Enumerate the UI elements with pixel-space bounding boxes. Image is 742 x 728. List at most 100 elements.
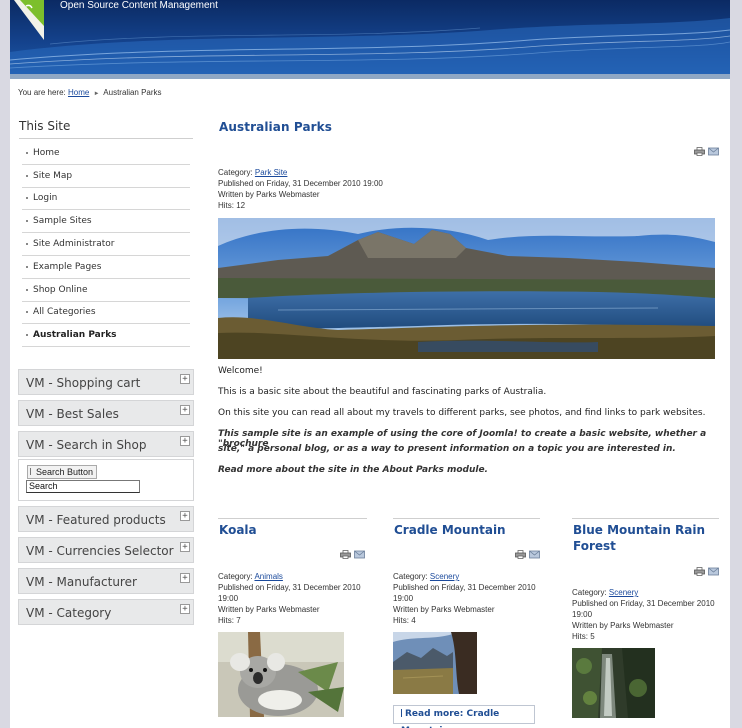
- column-divider: [393, 518, 540, 519]
- published-time: 19:00: [393, 594, 414, 603]
- koala-image: [218, 632, 344, 717]
- module-currencies-selector[interactable]: VM - Currencies Selector +: [18, 537, 194, 563]
- print-icon[interactable]: [694, 567, 705, 576]
- category-link[interactable]: Scenery: [609, 588, 638, 597]
- intro-paragraph: This is a basic site about the beautiful…: [218, 387, 547, 397]
- sidebar-item-site-map[interactable]: Site Map: [22, 165, 190, 188]
- search-input[interactable]: Search: [26, 480, 140, 493]
- bullet-icon: [26, 265, 28, 268]
- sidebar-item-login[interactable]: Login: [22, 188, 190, 211]
- published-date: Published on Friday, 31 December 2010: [572, 599, 715, 608]
- sidebar-item-label: Login: [33, 193, 58, 204]
- koala-meta: Category: Animals Published on Friday, 3…: [218, 571, 361, 626]
- plus-toggle-icon[interactable]: +: [180, 604, 190, 614]
- joomla-badge-icon: [14, 0, 44, 40]
- hits-count: Hits: 12: [218, 201, 246, 210]
- module-title: VM - Best Sales: [26, 407, 119, 421]
- sidebar-item-australian-parks[interactable]: Australian Parks: [22, 324, 190, 348]
- sidebar-item-shop-online[interactable]: Shop Online: [22, 279, 190, 302]
- about-parks-note: Read more about the site in the About Pa…: [218, 465, 488, 475]
- bullet-icon: [26, 174, 28, 177]
- category-link[interactable]: Animals: [254, 572, 282, 581]
- plus-toggle-icon[interactable]: +: [180, 542, 190, 552]
- published-time: 19:00: [218, 594, 239, 603]
- category-link[interactable]: Scenery: [430, 572, 459, 581]
- breadcrumb-home-link[interactable]: Home: [68, 88, 89, 97]
- print-icon[interactable]: [515, 550, 526, 559]
- read-more-arrow-icon: [401, 709, 403, 717]
- author: Written by Parks Webmaster: [218, 605, 320, 614]
- sidebar-item-site-administrator[interactable]: Site Administrator: [22, 233, 190, 256]
- module-manufacturer[interactable]: VM - Manufacturer +: [18, 568, 194, 594]
- email-icon[interactable]: [529, 550, 540, 559]
- print-icon[interactable]: [694, 147, 705, 156]
- cradle-mountain-image: [393, 632, 477, 694]
- read-more-button[interactable]: Read more: Cradle Mountain: [393, 705, 535, 728]
- module-best-sales[interactable]: VM - Best Sales +: [18, 400, 194, 426]
- sample-site-note-line2: site," a personal blog, or as a way to p…: [218, 444, 676, 454]
- sidebar-item-home[interactable]: Home: [22, 142, 190, 165]
- category-label: Category:: [393, 572, 428, 581]
- published-date: Published on Friday, 31 December 2010 19…: [218, 179, 383, 188]
- page-right-edge: [730, 0, 742, 728]
- plus-toggle-icon[interactable]: +: [180, 573, 190, 583]
- header-wave-graphic: [10, 18, 730, 76]
- published-date: Published on Friday, 31 December 2010: [393, 583, 536, 592]
- sidebar-item-label: Example Pages: [33, 261, 102, 272]
- bullet-icon: [26, 197, 28, 200]
- email-icon[interactable]: [708, 567, 719, 576]
- sidebar-item-label: Site Map: [33, 170, 73, 181]
- author: Written by Parks Webmaster: [393, 605, 495, 614]
- column-title-koala[interactable]: Koala: [219, 522, 257, 538]
- travel-paragraph: On this site you can read all about my t…: [218, 408, 706, 418]
- page-left-edge: [0, 0, 10, 728]
- page-title: Australian Parks: [219, 120, 332, 134]
- published-date: Published on Friday, 31 December 2010: [218, 583, 361, 592]
- module-search-in-shop[interactable]: VM - Search in Shop +: [18, 431, 194, 457]
- hits-count: Hits: 5: [572, 632, 595, 641]
- sidebar-item-label: Australian Parks: [33, 330, 117, 341]
- module-shopping-cart[interactable]: VM - Shopping cart +: [18, 369, 194, 395]
- plus-toggle-icon[interactable]: +: [180, 405, 190, 415]
- hero-landscape-image: [218, 218, 715, 359]
- hits-count: Hits: 4: [393, 616, 416, 625]
- breadcrumb-separator-icon: ►: [93, 91, 100, 97]
- author: Written by Parks Webmaster: [218, 190, 320, 199]
- sidebar-item-label: Sample Sites: [33, 216, 92, 227]
- bullet-icon: [26, 334, 28, 337]
- category-link[interactable]: Park Site: [255, 168, 287, 177]
- module-category[interactable]: VM - Category +: [18, 599, 194, 625]
- bullet-icon: [26, 311, 28, 314]
- sidebar-item-label: All Categories: [33, 307, 96, 318]
- sidebar-title-divider: [19, 138, 193, 139]
- plus-toggle-icon[interactable]: +: [180, 511, 190, 521]
- module-title: VM - Category: [26, 606, 112, 620]
- email-icon[interactable]: [708, 147, 719, 156]
- sidebar-item-example-pages[interactable]: Example Pages: [22, 256, 190, 279]
- header-bottom-bar: [10, 74, 730, 79]
- module-title: VM - Currencies Selector: [26, 544, 174, 558]
- welcome-text: Welcome!: [218, 366, 263, 376]
- plus-toggle-icon[interactable]: +: [180, 374, 190, 384]
- search-button[interactable]: Search Button: [27, 465, 98, 479]
- sidebar-item-all-categories[interactable]: All Categories: [22, 302, 190, 325]
- header-tagline: Open Source Content Management: [60, 0, 218, 11]
- print-icon[interactable]: [340, 550, 351, 559]
- shop-search-panel: Search Button Search: [18, 459, 194, 501]
- sidebar-item-label: Site Administrator: [33, 239, 115, 250]
- search-button-label: Search Button: [36, 467, 94, 477]
- column-title-cradle-mountain[interactable]: Cradle Mountain: [394, 522, 506, 538]
- category-label: Category:: [572, 588, 607, 597]
- category-label: Category:: [218, 168, 253, 177]
- column-title-blue-mountain[interactable]: Blue Mountain Rain Forest: [573, 522, 705, 554]
- module-featured-products[interactable]: VM - Featured products +: [18, 506, 194, 532]
- hits-count: Hits: 7: [218, 616, 241, 625]
- sidebar-item-label: Shop Online: [33, 284, 88, 295]
- sidebar-item-sample-sites[interactable]: Sample Sites: [22, 210, 190, 234]
- bullet-icon: [26, 243, 28, 246]
- email-icon[interactable]: [354, 550, 365, 559]
- module-title: VM - Featured products: [26, 513, 166, 527]
- module-title: VM - Search in Shop: [26, 438, 147, 452]
- bullet-icon: [26, 151, 28, 154]
- plus-toggle-icon[interactable]: +: [180, 436, 190, 446]
